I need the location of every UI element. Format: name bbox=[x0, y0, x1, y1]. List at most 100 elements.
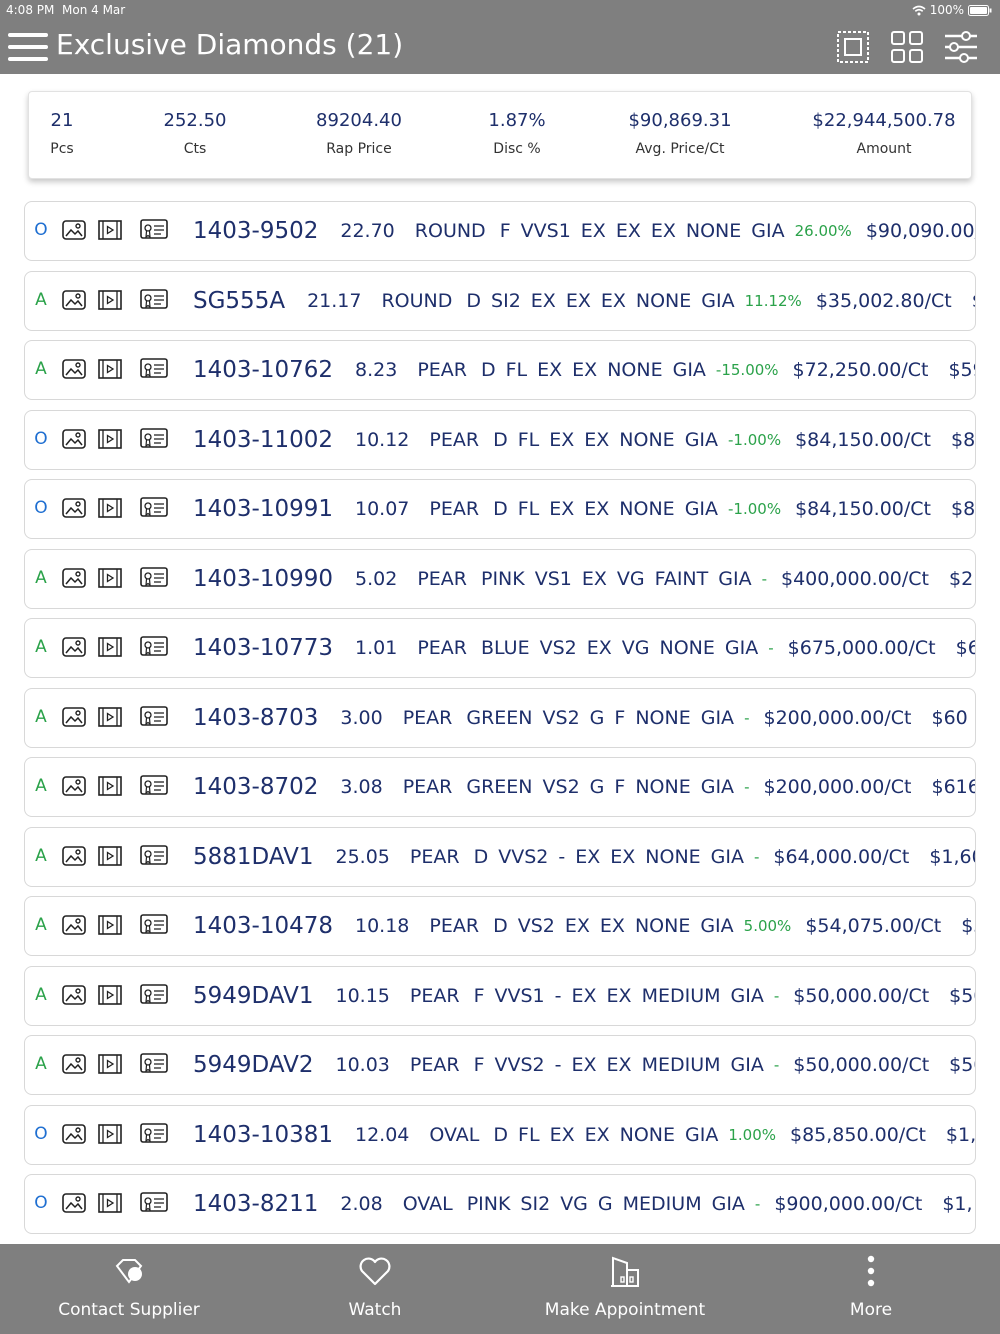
stone-details: 1403-10381 12.04 OVAL D FL EX EX NONE GI… bbox=[193, 1106, 975, 1164]
clarity: VVS1 bbox=[520, 220, 571, 242]
stone-row[interactable]: A 1403-8703 3.00 PEAR GREEN VS2 G F NONE… bbox=[24, 688, 976, 748]
tab-make-appointment[interactable]: Make Appointment bbox=[500, 1244, 750, 1334]
color: D bbox=[493, 429, 508, 451]
image-icon[interactable] bbox=[61, 427, 87, 451]
image-icon[interactable] bbox=[61, 218, 87, 242]
stock-id[interactable]: 5881DAV1 bbox=[193, 844, 313, 870]
image-icon[interactable] bbox=[61, 1122, 87, 1146]
image-icon[interactable] bbox=[61, 1191, 87, 1215]
video-icon[interactable] bbox=[97, 983, 123, 1007]
stock-id[interactable]: 1403-10478 bbox=[193, 913, 333, 939]
image-icon[interactable] bbox=[61, 496, 87, 520]
summary-value: 1.87% bbox=[488, 110, 546, 131]
stock-id[interactable]: 1403-11002 bbox=[193, 427, 333, 453]
symmetry: VG bbox=[616, 568, 645, 590]
video-icon[interactable] bbox=[97, 1052, 123, 1076]
stone-row[interactable]: O 1403-8211 2.08 OVAL PINK SI2 VG G MEDI… bbox=[24, 1174, 976, 1234]
image-icon[interactable] bbox=[61, 1052, 87, 1076]
image-icon[interactable] bbox=[61, 913, 87, 937]
video-icon[interactable] bbox=[97, 774, 123, 798]
video-icon[interactable] bbox=[97, 427, 123, 451]
tab-more[interactable]: More bbox=[746, 1244, 996, 1334]
stock-id[interactable]: 1403-8211 bbox=[193, 1191, 318, 1217]
certificate-icon[interactable] bbox=[139, 427, 169, 451]
fluorescence: FAINT bbox=[654, 568, 709, 590]
amount: $50 bbox=[949, 985, 975, 1007]
image-icon[interactable] bbox=[61, 288, 87, 312]
stock-id[interactable]: 1403-8703 bbox=[193, 705, 318, 731]
tab-contact-supplier[interactable]: Contact Supplier bbox=[4, 1244, 254, 1334]
certificate-icon[interactable] bbox=[139, 913, 169, 937]
filter-sliders-icon[interactable] bbox=[944, 30, 978, 64]
certificate-icon[interactable] bbox=[139, 1122, 169, 1146]
stock-id[interactable]: 5949DAV2 bbox=[193, 1052, 313, 1078]
cut: - bbox=[558, 846, 566, 868]
certificate-icon[interactable] bbox=[139, 983, 169, 1007]
stone-row[interactable]: A 1403-8702 3.08 PEAR GREEN VS2 G F NONE… bbox=[24, 757, 976, 817]
video-icon[interactable] bbox=[97, 218, 123, 242]
stone-row[interactable]: O 1403-9502 22.70 ROUND F VVS1 EX EX EX … bbox=[24, 201, 976, 261]
select-icon[interactable] bbox=[836, 30, 870, 64]
video-icon[interactable] bbox=[97, 288, 123, 312]
image-icon[interactable] bbox=[61, 983, 87, 1007]
stone-row[interactable]: A SG555A 21.17 ROUND D SI2 EX EX EX NONE… bbox=[24, 271, 976, 331]
stock-id[interactable]: 1403-8702 bbox=[193, 774, 318, 800]
video-icon[interactable] bbox=[97, 913, 123, 937]
video-icon[interactable] bbox=[97, 844, 123, 868]
summary-label: Amount bbox=[856, 141, 912, 157]
stock-id[interactable]: 1403-10762 bbox=[193, 357, 333, 383]
stone-row[interactable]: A 1403-10773 1.01 PEAR BLUE VS2 EX VG NO… bbox=[24, 618, 976, 678]
image-icon[interactable] bbox=[61, 705, 87, 729]
symmetry: EX bbox=[584, 429, 610, 451]
summary-card: 21 Pcs 252.50 Cts 89204.40 Rap Price 1.8… bbox=[28, 91, 972, 179]
certificate-icon[interactable] bbox=[139, 1191, 169, 1215]
stock-id[interactable]: 1403-9502 bbox=[193, 218, 318, 244]
image-icon[interactable] bbox=[61, 566, 87, 590]
clarity: SI2 bbox=[491, 290, 521, 312]
stone-row[interactable]: A 5949DAV2 10.03 PEAR F VVS2 - EX EX MED… bbox=[24, 1035, 976, 1095]
stone-row[interactable]: A 1403-10478 10.18 PEAR D VS2 EX EX NONE… bbox=[24, 896, 976, 956]
certificate-icon[interactable] bbox=[139, 705, 169, 729]
tab-watch[interactable]: Watch bbox=[250, 1244, 500, 1334]
certificate-icon[interactable] bbox=[139, 1052, 169, 1076]
certificate-icon[interactable] bbox=[139, 218, 169, 242]
image-icon[interactable] bbox=[61, 635, 87, 659]
certificate-icon[interactable] bbox=[139, 496, 169, 520]
certificate-icon[interactable] bbox=[139, 566, 169, 590]
stock-id[interactable]: 1403-10991 bbox=[193, 496, 333, 522]
stone-row[interactable]: A 5949DAV1 10.15 PEAR F VVS1 - EX EX MED… bbox=[24, 966, 976, 1026]
stone-row[interactable]: A 1403-10762 8.23 PEAR D FL EX EX NONE G… bbox=[24, 340, 976, 400]
video-icon[interactable] bbox=[97, 635, 123, 659]
grid-view-icon[interactable] bbox=[890, 30, 924, 64]
certificate-icon[interactable] bbox=[139, 635, 169, 659]
video-icon[interactable] bbox=[97, 705, 123, 729]
video-icon[interactable] bbox=[97, 1122, 123, 1146]
certificate-icon[interactable] bbox=[139, 288, 169, 312]
price-per-carat: $200,000.00/Ct bbox=[763, 776, 912, 798]
video-icon[interactable] bbox=[97, 496, 123, 520]
stock-id[interactable]: 1403-10990 bbox=[193, 566, 333, 592]
certificate-icon[interactable] bbox=[139, 357, 169, 381]
stock-id[interactable]: 5949DAV1 bbox=[193, 983, 313, 1009]
video-icon[interactable] bbox=[97, 566, 123, 590]
stock-id[interactable]: 1403-10381 bbox=[193, 1122, 333, 1148]
hamburger-menu-icon[interactable] bbox=[8, 30, 48, 64]
stone-row[interactable]: O 1403-11002 10.12 PEAR D FL EX EX NONE … bbox=[24, 410, 976, 470]
symmetry: VG bbox=[621, 637, 650, 659]
stock-id[interactable]: SG555A bbox=[193, 288, 285, 314]
image-icon[interactable] bbox=[61, 774, 87, 798]
video-icon[interactable] bbox=[97, 1191, 123, 1215]
stock-id[interactable]: 1403-10773 bbox=[193, 635, 333, 661]
stone-row[interactable]: O 1403-10381 12.04 OVAL D FL EX EX NONE … bbox=[24, 1105, 976, 1165]
certificate-icon[interactable] bbox=[139, 844, 169, 868]
image-icon[interactable] bbox=[61, 844, 87, 868]
video-icon[interactable] bbox=[97, 357, 123, 381]
discount: - bbox=[754, 848, 760, 866]
discount: - bbox=[768, 639, 774, 657]
certificate-icon[interactable] bbox=[139, 774, 169, 798]
discount: - bbox=[744, 778, 750, 796]
stone-row[interactable]: A 1403-10990 5.02 PEAR PINK VS1 EX VG FA… bbox=[24, 549, 976, 609]
stone-row[interactable]: O 1403-10991 10.07 PEAR D FL EX EX NONE … bbox=[24, 479, 976, 539]
image-icon[interactable] bbox=[61, 357, 87, 381]
stone-row[interactable]: A 5881DAV1 25.05 PEAR D VVS2 - EX EX NON… bbox=[24, 827, 976, 887]
